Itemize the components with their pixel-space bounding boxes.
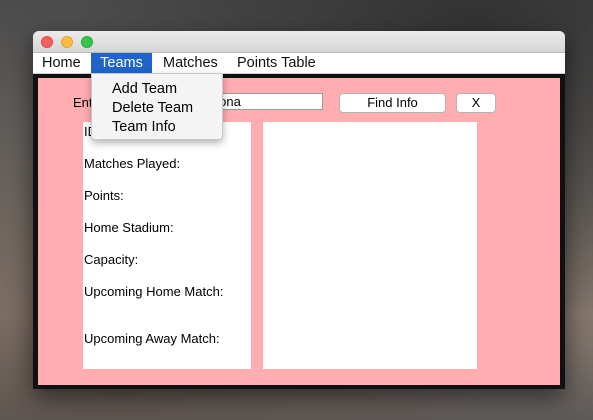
menu-home[interactable]: Home: [42, 53, 81, 73]
menu-item-team-info[interactable]: Team Info: [112, 119, 176, 135]
menu-points-table[interactable]: Points Table: [237, 53, 316, 73]
upcoming-home-match-label: Upcoming Home Match:: [84, 284, 224, 299]
upcoming-away-match-label: Upcoming Away Match:: [84, 331, 220, 346]
clear-button[interactable]: X: [456, 93, 496, 113]
matches-played-label: Matches Played:: [84, 156, 181, 171]
points-label: Points:: [84, 188, 124, 203]
menu-teams[interactable]: Teams: [91, 53, 152, 73]
maximize-window-button[interactable]: [81, 36, 93, 48]
menu-item-delete-team[interactable]: Delete Team: [112, 100, 193, 116]
menu-bar: Home Teams Matches Points Table: [33, 53, 565, 74]
menu-matches[interactable]: Matches: [163, 53, 218, 73]
home-stadium-label: Home Stadium:: [84, 220, 174, 235]
minimize-window-button[interactable]: [61, 36, 73, 48]
menu-item-add-team[interactable]: Add Team: [112, 81, 177, 97]
find-info-button[interactable]: Find Info: [339, 93, 446, 113]
capacity-label: Capacity:: [84, 252, 139, 267]
team-details-values: [263, 122, 477, 369]
teams-dropdown-menu: Add Team Delete Team Team Info: [91, 73, 223, 140]
team-details-labels: ID Matches Played: Points: Home Stadium:…: [83, 122, 251, 369]
close-window-button[interactable]: [41, 36, 53, 48]
title-bar[interactable]: [33, 31, 565, 53]
